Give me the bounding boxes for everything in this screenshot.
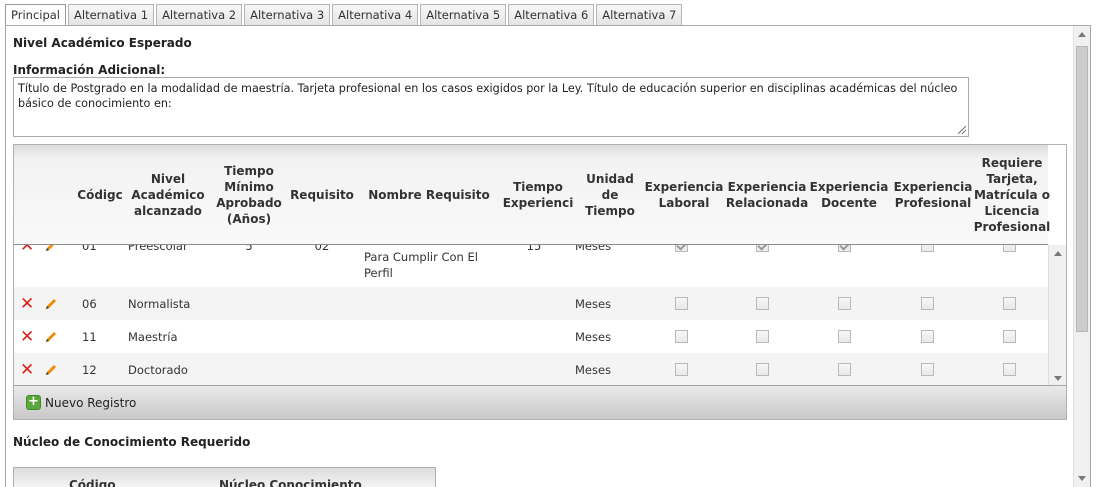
grid-footer: + Nuevo Registro — [14, 385, 1066, 419]
tab-principal[interactable]: Principal — [5, 4, 67, 27]
cell-tiempo: 5 — [245, 245, 253, 253]
grid-scrollbar[interactable] — [1048, 245, 1066, 387]
checkbox-exp-docente[interactable] — [837, 245, 852, 262]
tab-panel: Nivel Académico Esperado Información Adi… — [5, 25, 1091, 487]
resize-grip-icon[interactable] — [958, 126, 966, 134]
section-title-nucleo: Núcleo de Conocimiento Requerido — [13, 435, 251, 449]
checkbox-exp-laboral[interactable] — [674, 287, 689, 320]
cell-unidad: Meses — [575, 296, 612, 311]
tab-alternativa-2[interactable]: Alternativa 2 — [156, 4, 243, 25]
info-label: Información Adicional: — [13, 63, 166, 77]
new-record-button[interactable]: + Nuevo Registro — [26, 395, 136, 410]
cell-unidad: Meses — [575, 245, 612, 253]
cell-nivel: Maestría — [128, 329, 178, 344]
scroll-down-icon[interactable] — [1078, 476, 1086, 481]
tab-alternativa-7[interactable]: Alternativa 7 — [596, 4, 683, 25]
header-requiere-tarjeta[interactable]: Requiere Tarjeta, Matrícula o Licencia P… — [974, 145, 1051, 245]
cell-tiempo-experiencia: 15 — [526, 245, 542, 253]
pencil-icon[interactable] — [44, 245, 58, 262]
header-requisito[interactable]: Requisito — [286, 145, 358, 245]
delete-x-icon[interactable]: ✕ — [20, 245, 34, 262]
cell-codigo: 06 — [82, 296, 97, 311]
cell-codigo: 12 — [82, 362, 97, 377]
tab-alternativa-4[interactable]: Alternativa 4 — [332, 4, 419, 25]
cell-nombre-requisito: Para Cumplir Con El Perfil — [364, 250, 478, 280]
requirements-grid: Códigc Nivel Académico alcanzado Tiempo … — [13, 144, 1067, 420]
page-scrollbar[interactable] — [1073, 26, 1090, 487]
header-unidad[interactable]: Unidad de Tiempo — [580, 145, 640, 245]
info-textarea[interactable]: Título de Postgrado en la modalidad de m… — [13, 77, 969, 137]
section-title-nivel: Nivel Académico Esperado — [13, 36, 192, 50]
new-record-label: Nuevo Registro — [45, 395, 137, 410]
table-row[interactable]: ✕ 11 Maestría Meses — [14, 320, 1050, 353]
table-row[interactable]: ✕ 01 Preescolar 5 02 Para Cumplir Con El… — [14, 245, 1050, 285]
cell-unidad: Meses — [575, 329, 612, 344]
checkbox-exp-relacionada[interactable] — [755, 353, 770, 386]
header-tiempo[interactable]: Tiempo Mínimo Aprobado (Años) — [216, 145, 282, 245]
header-codigo[interactable]: Códigc — [76, 145, 124, 245]
scroll-up-icon[interactable] — [1078, 32, 1086, 37]
header-exp-laboral[interactable]: Experiencia Laboral — [645, 145, 724, 245]
pencil-icon[interactable] — [44, 353, 58, 386]
delete-x-icon[interactable]: ✕ — [20, 353, 34, 386]
tab-alternativa-5[interactable]: Alternativa 5 — [420, 4, 507, 25]
checkbox-exp-relacionada[interactable] — [755, 320, 770, 353]
header-exp-docente[interactable]: Experiencia Docente — [810, 145, 889, 245]
cell-nivel: Doctorado — [128, 362, 188, 377]
checkbox-exp-laboral[interactable] — [674, 245, 689, 262]
cell-unidad: Meses — [575, 362, 612, 377]
header-nombre-requisito[interactable]: Nombre Requisito — [364, 145, 494, 245]
checkbox-exp-profesional[interactable] — [920, 245, 935, 262]
delete-x-icon[interactable]: ✕ — [20, 287, 34, 320]
grid-body: ✕ 01 Preescolar 5 02 Para Cumplir Con El… — [14, 245, 1050, 387]
checkbox-exp-relacionada[interactable] — [755, 287, 770, 320]
cell-codigo: 11 — [82, 329, 97, 344]
checkbox-requiere-tarjeta[interactable] — [1002, 353, 1017, 386]
info-text: Título de Postgrado en la modalidad de m… — [18, 82, 958, 110]
scroll-up-icon[interactable] — [1054, 251, 1062, 256]
cell-codigo: 01 — [82, 245, 97, 253]
checkbox-exp-profesional[interactable] — [920, 287, 935, 320]
table-row[interactable]: ✕ 12 Doctorado Meses — [14, 353, 1050, 386]
pencil-icon[interactable] — [44, 320, 58, 353]
checkbox-requiere-tarjeta[interactable] — [1002, 320, 1017, 353]
checkbox-requiere-tarjeta[interactable] — [1002, 287, 1017, 320]
tab-alternativa-1[interactable]: Alternativa 1 — [68, 4, 155, 25]
checkbox-requiere-tarjeta[interactable] — [1002, 245, 1017, 262]
tab-alternativa-6[interactable]: Alternativa 6 — [508, 4, 595, 25]
cell-nivel: Normalista — [128, 296, 191, 311]
cell-requisito: 02 — [314, 245, 330, 253]
header-nucleo-conocimiento[interactable]: Núcleo Conocimiento — [219, 478, 362, 487]
checkbox-exp-profesional[interactable] — [920, 353, 935, 386]
table-row[interactable]: ✕ 06 Normalista Meses — [14, 287, 1050, 320]
delete-x-icon[interactable]: ✕ — [20, 320, 34, 353]
scroll-thumb[interactable] — [1076, 46, 1088, 332]
checkbox-exp-docente[interactable] — [837, 320, 852, 353]
grid-header: Códigc Nivel Académico alcanzado Tiempo … — [14, 145, 1051, 245]
pencil-icon[interactable] — [44, 287, 58, 320]
tab-bar: Principal Alternativa 1 Alternativa 2 Al… — [5, 4, 684, 27]
checkbox-exp-relacionada[interactable] — [755, 245, 770, 262]
header-tiempo-experiencia[interactable]: Tiempo Experienci — [503, 145, 574, 245]
checkbox-exp-laboral[interactable] — [674, 353, 689, 386]
header-nucleo-codigo[interactable]: Código — [69, 478, 116, 487]
nucleo-grid: Código Núcleo Conocimiento — [13, 467, 436, 487]
cell-nivel: Preescolar — [128, 245, 188, 253]
checkbox-exp-docente[interactable] — [837, 287, 852, 320]
checkbox-exp-profesional[interactable] — [920, 320, 935, 353]
tab-alternativa-3[interactable]: Alternativa 3 — [244, 4, 331, 25]
header-nivel[interactable]: Nivel Académico alcanzado — [131, 145, 205, 245]
plus-icon: + — [26, 395, 41, 410]
checkbox-exp-laboral[interactable] — [674, 320, 689, 353]
scroll-down-icon[interactable] — [1054, 376, 1062, 381]
header-exp-profesional[interactable]: Experiencia Profesional — [893, 145, 973, 245]
checkbox-exp-docente[interactable] — [837, 353, 852, 386]
header-exp-relacionada[interactable]: Experiencia Relacionada — [726, 145, 808, 245]
